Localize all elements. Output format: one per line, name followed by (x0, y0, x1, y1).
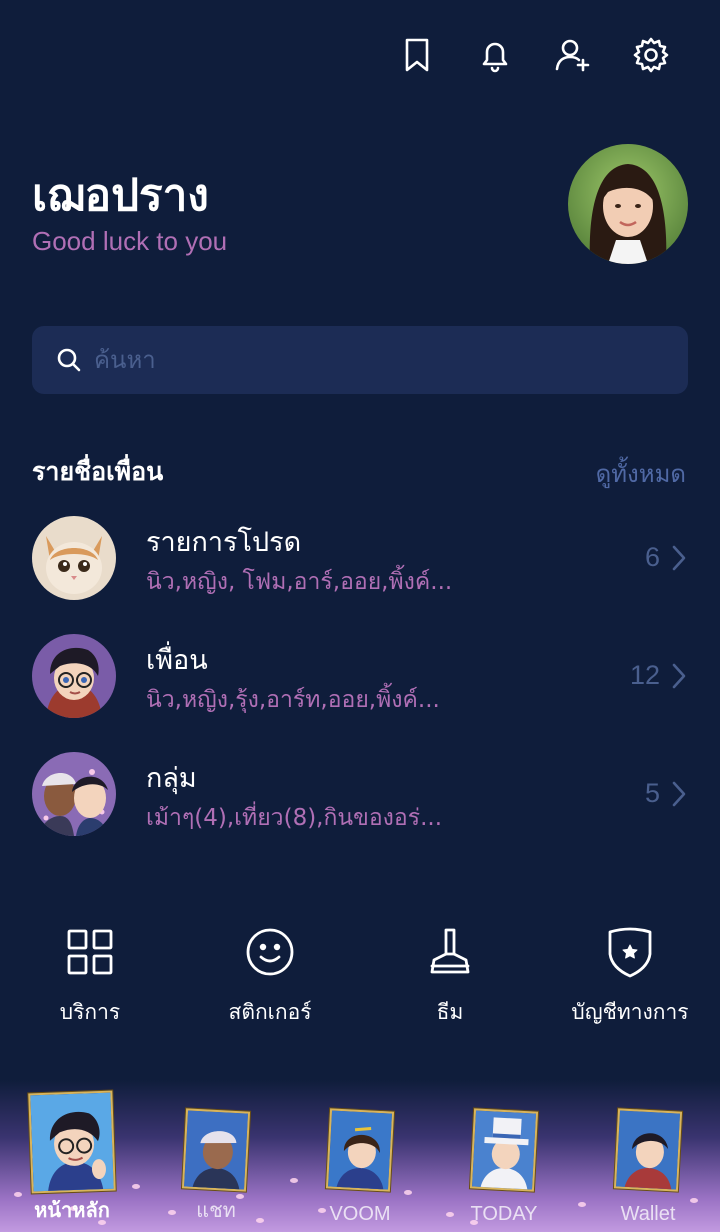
nav-label: แชท (196, 1200, 236, 1222)
chats-character-icon (181, 1108, 251, 1192)
nav-chats[interactable]: แชท (144, 1080, 288, 1232)
shortcut-label: บริการ (59, 1000, 121, 1024)
grid-icon (67, 929, 113, 975)
top-toolbar (378, 30, 690, 80)
shortcut-services[interactable]: บริการ (0, 924, 180, 1029)
nav-voom[interactable]: VOOM (288, 1080, 432, 1232)
smiley-icon (246, 928, 294, 976)
friend-group-count: 12 (629, 660, 660, 690)
shortcut-official-accounts[interactable]: บัญชีทางการ (540, 924, 720, 1029)
friend-group-count: 5 (644, 778, 660, 808)
today-character-icon (469, 1108, 539, 1192)
bottom-navigation: หน้าหลัก แชท VOOM TODAY Wallet (0, 1080, 720, 1232)
profile-name[interactable]: เฌอปราง (32, 160, 209, 230)
settings-button[interactable] (612, 30, 690, 80)
profile-avatar[interactable] (568, 144, 688, 264)
nav-label: หน้าหลัก (34, 1200, 110, 1222)
shortcut-label: สติกเกอร์ (228, 1000, 312, 1024)
nav-label: VOOM (329, 1203, 391, 1225)
brush-icon (430, 928, 470, 974)
bookmark-icon (405, 38, 429, 72)
shortcut-stickers[interactable]: สติกเกอร์ (180, 924, 360, 1029)
friend-group-title: รายการโปรด (146, 527, 302, 558)
friend-group-count: 6 (644, 542, 660, 572)
profile-status-message[interactable]: Good luck to you (32, 226, 227, 257)
nav-label: Wallet (620, 1203, 676, 1225)
search-icon (57, 348, 81, 372)
chevron-right-icon (670, 544, 688, 572)
friend-group-groups[interactable]: กลุ่ม เม้าๆ(4),เที่ยว(8),กินของอร่... 5 (32, 752, 688, 842)
settings-icon (633, 37, 669, 73)
favorites-avatar (32, 516, 116, 600)
search-bar[interactable] (32, 326, 688, 394)
friend-group-members: นิว,หญิง,รุ้ง,อาร์ท,ออย,พิ้งค์... (146, 687, 440, 713)
voom-character-icon (325, 1108, 395, 1192)
nav-home[interactable]: หน้าหลัก (0, 1080, 144, 1232)
friend-group-favorites[interactable]: รายการโปรด นิว,หญิง, โฟม,อาร์,ออย,พิ้งค์… (32, 516, 688, 606)
nav-today[interactable]: TODAY (432, 1080, 576, 1232)
shortcut-themes[interactable]: ธีม (360, 924, 540, 1029)
friend-group-members: เม้าๆ(4),เที่ยว(8),กินของอร่... (146, 805, 443, 831)
bell-icon (482, 42, 508, 73)
shield-star-icon (608, 927, 652, 978)
shortcut-label: บัญชีทางการ (571, 1000, 689, 1024)
groups-avatar (32, 752, 116, 836)
friends-avatar (32, 634, 116, 718)
shortcut-label: ธีม (436, 1000, 464, 1024)
friend-group-title: เพื่อน (146, 645, 208, 676)
home-character-icon (28, 1090, 116, 1194)
see-all-link[interactable]: ดูทั้งหมด (596, 454, 686, 493)
bookmark-button[interactable] (378, 30, 456, 80)
friend-group-friends[interactable]: เพื่อน นิว,หญิง,รุ้ง,อาร์ท,ออย,พิ้งค์...… (32, 634, 688, 724)
chevron-right-icon (670, 662, 688, 690)
friend-group-members: นิว,หญิง, โฟม,อาร์,ออย,พิ้งค์... (146, 569, 453, 595)
add-friend-button[interactable] (534, 30, 612, 80)
nav-label: TODAY (470, 1203, 538, 1225)
add-friend-icon (555, 39, 590, 72)
nav-wallet[interactable]: Wallet (576, 1080, 720, 1232)
notifications-button[interactable] (456, 30, 534, 80)
friend-group-title: กลุ่ม (146, 763, 197, 794)
friends-section-title: รายชื่อเพื่อน (32, 457, 164, 486)
wallet-character-icon (613, 1108, 683, 1192)
search-input[interactable] (94, 346, 654, 374)
chevron-right-icon (670, 780, 688, 808)
